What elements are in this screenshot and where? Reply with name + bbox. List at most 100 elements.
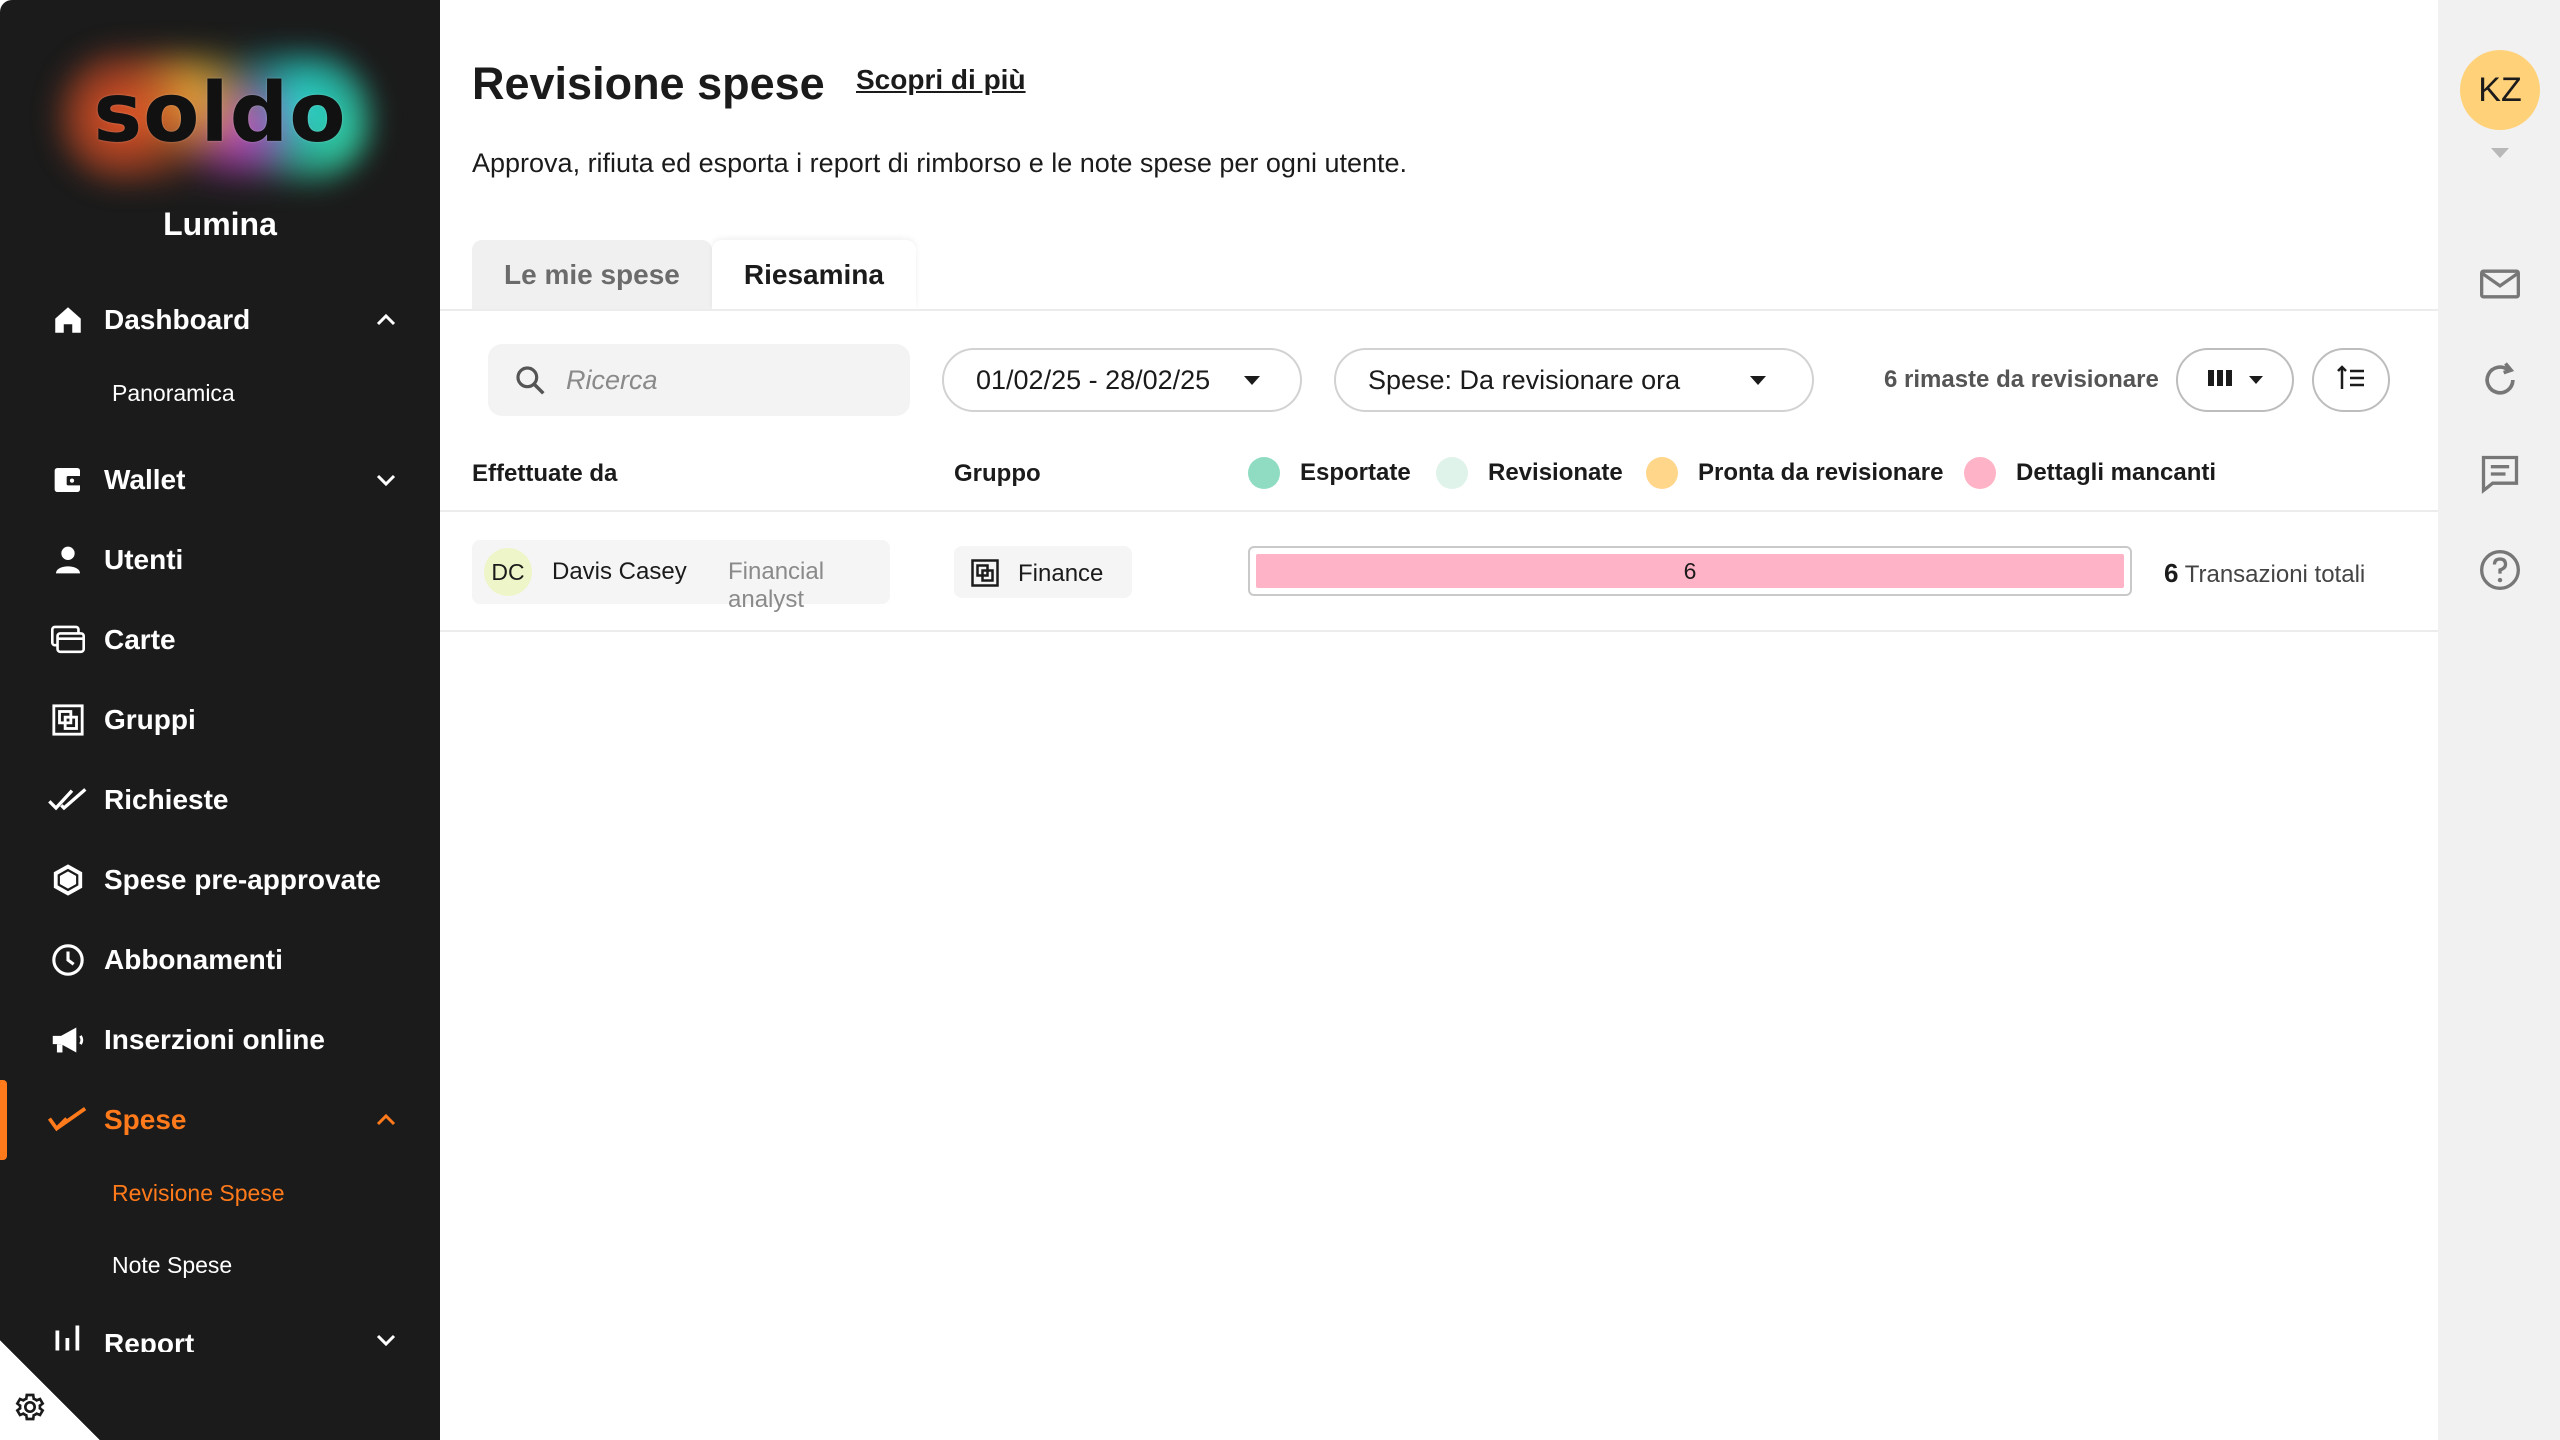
legend-dot — [1248, 457, 1280, 489]
chevron-down-icon — [372, 1326, 400, 1352]
sidebar-item-label: Report — [104, 1328, 195, 1352]
sidebar-item-label: Gruppi — [104, 704, 196, 735]
settings-corner[interactable] — [0, 1340, 100, 1440]
sidebar-subitem-panoramica[interactable]: Panoramica — [112, 380, 235, 407]
sidebar-item-carte[interactable]: Carte — [0, 610, 440, 670]
main-content: Revisione spese Scopri di più Approva, r… — [440, 0, 2438, 1440]
column-header-group: Gruppo — [954, 460, 1041, 487]
search-icon — [514, 364, 546, 401]
user-role: Financial analyst — [728, 558, 825, 613]
chevron-down-icon — [372, 466, 400, 494]
header-divider — [440, 510, 2438, 512]
cards-icon — [48, 620, 88, 660]
avatar: DC — [484, 548, 532, 596]
legend-label: Revisionate — [1488, 459, 1623, 486]
user-icon — [48, 540, 88, 580]
legend-dettagli-mancanti: Dettagli mancanti — [1964, 456, 2216, 490]
caret-down-icon — [1244, 375, 1260, 385]
transactions-label: Transazioni totali — [2184, 561, 2366, 588]
user-chip[interactable]: DC Davis Casey Financial analyst — [472, 540, 890, 613]
mail-icon[interactable] — [2478, 262, 2522, 306]
caret-down-icon[interactable] — [2491, 148, 2509, 158]
help-icon[interactable] — [2478, 548, 2522, 592]
status-progress-bar[interactable]: 6 — [1248, 546, 2132, 596]
sidebar-item-spese[interactable]: Spese — [0, 1080, 440, 1160]
sidebar-item-wallet[interactable]: Wallet — [0, 450, 440, 510]
sidebar-item-label: Utenti — [104, 544, 184, 575]
caret-down-icon — [2249, 376, 2263, 384]
tab-riesamina[interactable]: Riesamina — [711, 240, 916, 310]
sidebar-item-label: Inserzioni online — [104, 1024, 325, 1055]
legend-revisionate: Revisionate — [1436, 456, 1623, 490]
sidebar-subitem-note-spese[interactable]: Note Spese — [112, 1252, 232, 1279]
legend-dot — [1646, 457, 1678, 489]
megaphone-icon — [48, 1020, 88, 1060]
sort-icon — [2336, 364, 2366, 396]
sidebar-item-dashboard[interactable]: Dashboard — [0, 290, 440, 350]
sidebar-item-inserzioni[interactable]: Inserzioni online — [0, 1010, 440, 1070]
chevron-up-icon — [372, 1106, 400, 1134]
sidebar-item-label: Richieste — [104, 784, 229, 815]
search-input[interactable] — [566, 358, 886, 402]
page-title: Revisione spese — [472, 58, 825, 109]
remaining-count: 6 rimaste da revisionare — [1884, 366, 2159, 393]
sidebar-item-label: Spese — [104, 1104, 187, 1135]
chat-icon[interactable] — [2478, 452, 2522, 496]
sidebar: soldo Lumina Dashboard Panoramica Wallet — [0, 0, 440, 1440]
wallet-icon — [48, 460, 88, 500]
user-name: Davis Casey — [552, 558, 687, 585]
sidebar-item-label: Dashboard — [104, 304, 251, 335]
sidebar-subitem-revisione-spese[interactable]: Revisione Spese — [112, 1180, 285, 1207]
column-header-user: Effettuate da — [472, 460, 618, 487]
transactions-count: 6 — [2164, 558, 2179, 588]
check-icon — [48, 1100, 88, 1140]
org-name: Lumina — [163, 206, 277, 242]
sidebar-item-label: Spese pre-approvate — [104, 864, 381, 895]
row-divider — [440, 630, 2438, 632]
tab-le-mie-spese[interactable]: Le mie spese — [472, 240, 712, 310]
groups-icon — [48, 700, 88, 740]
date-range-dropdown[interactable]: 01/02/25 - 28/02/25 — [942, 348, 1302, 412]
group-name: Finance — [1018, 560, 1104, 587]
status-filter-dropdown[interactable]: Spese: Da revisionare ora — [1334, 348, 1814, 412]
groups-icon — [970, 558, 1000, 593]
gear-icon — [14, 1391, 46, 1428]
chevron-up-icon — [372, 306, 400, 334]
legend-esportate: Esportate — [1248, 456, 1411, 490]
logo-text: soldo — [93, 66, 347, 161]
caret-down-icon — [1750, 375, 1766, 385]
sidebar-item-utenti[interactable]: Utenti — [0, 530, 440, 590]
clock-icon — [48, 940, 88, 980]
sidebar-item-abbonamenti[interactable]: Abbonamenti — [0, 930, 440, 990]
legend-label: Dettagli mancanti — [2016, 459, 2217, 486]
logo: soldo — [0, 52, 440, 192]
tabs: Le mie spese Riesamina — [472, 240, 916, 310]
transactions-total: 6 Transazioni totali — [2164, 558, 2365, 589]
learn-more-link[interactable]: Scopri di più — [856, 64, 1026, 96]
home-icon — [48, 300, 88, 340]
date-range-value: 01/02/25 - 28/02/25 — [976, 364, 1211, 395]
tab-divider — [440, 309, 2438, 311]
status-filter-value: Spese: Da revisionare ora — [1368, 364, 1681, 395]
double-check-icon — [48, 780, 88, 820]
user-avatar[interactable]: KZ — [2460, 50, 2540, 130]
legend-dot — [1964, 457, 1996, 489]
legend-label: Pronta da revisionare — [1698, 459, 1944, 486]
sidebar-item-label: Wallet — [104, 464, 186, 495]
legend-pronta: Pronta da revisionare — [1646, 456, 1943, 490]
group-chip[interactable]: Finance — [954, 546, 1132, 598]
sidebar-item-richieste[interactable]: Richieste — [0, 770, 440, 830]
sidebar-item-pre-approvate[interactable]: Spese pre-approvate — [0, 850, 440, 910]
columns-icon — [2207, 368, 2233, 393]
refresh-icon[interactable] — [2478, 358, 2522, 402]
sort-button[interactable] — [2312, 348, 2390, 412]
bar-segment-dettagli-mancanti: 6 — [1256, 554, 2124, 588]
hexagon-check-icon — [48, 860, 88, 900]
legend-label: Esportate — [1300, 459, 1411, 486]
sidebar-item-gruppi[interactable]: Gruppi — [0, 690, 440, 750]
sidebar-item-label: Abbonamenti — [104, 944, 283, 975]
page-subtitle: Approva, rifiuta ed esporta i report di … — [472, 148, 1408, 178]
sidebar-item-label: Carte — [104, 624, 176, 655]
columns-button[interactable] — [2176, 348, 2294, 412]
legend-dot — [1436, 457, 1468, 489]
